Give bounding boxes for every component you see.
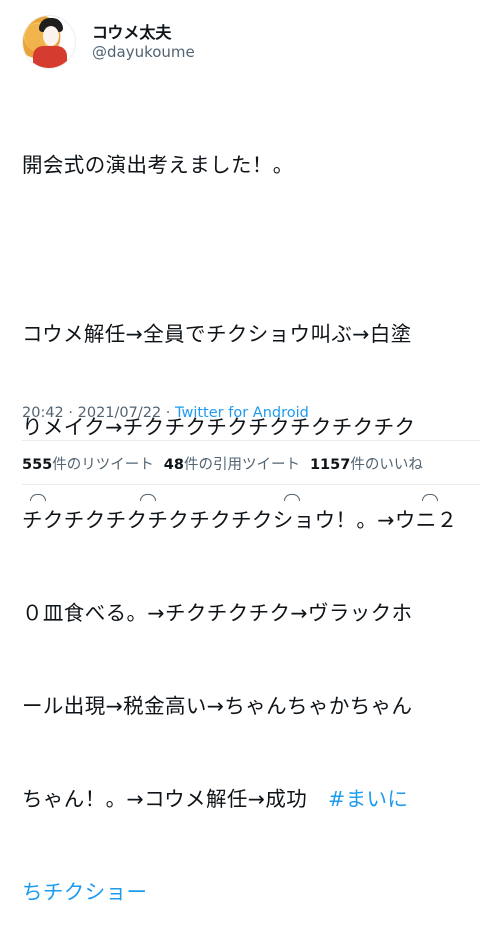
tweet-line: ちゃん！。→コウメ解任→成功 #まいに — [22, 784, 470, 815]
tweet-line-text: ちゃん！。→コウメ解任→成功 — [22, 787, 329, 811]
kimono-shape — [33, 46, 67, 68]
action-bar — [22, 494, 462, 501]
divider — [22, 440, 480, 441]
divider — [22, 484, 480, 485]
likes-stat[interactable]: 1157件のいいね — [310, 453, 423, 474]
retweets-label: 件のリツイート — [52, 457, 154, 473]
user-names: コウメ太夫 @dayukoume — [92, 23, 195, 62]
tweet-line: ール出現→税金高い→ちゃんちゃかちゃん — [22, 694, 413, 718]
tweet-time[interactable]: 20:42 — [22, 405, 64, 421]
retweets-count: 555 — [22, 457, 53, 473]
hashtag-link[interactable]: #まいに — [328, 787, 408, 811]
tweet-line: 開会式の演出考えました！。 — [22, 153, 294, 177]
meta-separator: · — [63, 405, 78, 421]
tweet-source[interactable]: Twitter for Android — [175, 405, 309, 421]
display-name[interactable]: コウメ太夫 — [92, 23, 195, 43]
likes-count: 1157 — [309, 457, 351, 473]
quotes-count: 48 — [163, 457, 184, 473]
quotes-label: 件の引用ツイート — [183, 457, 300, 473]
quotes-stat[interactable]: 48件の引用ツイート — [164, 453, 300, 474]
tweet-line: チクチクチクチクチクチクショウ！。→ウニ２ — [22, 508, 458, 532]
retweets-stat[interactable]: 555件のリツイート — [22, 453, 154, 474]
tweet-stats: 555件のリツイート 48件の引用ツイート 1157件のいいね — [22, 453, 423, 474]
tweet-date[interactable]: 2021/07/22 — [78, 405, 162, 421]
hashtag-link-continued[interactable]: ちチクショー — [22, 877, 470, 908]
tweet-text: 開会式の演出考えました！。 コウメ解任→全員でチクショウ叫ぶ→白塗 りメイク→チ… — [22, 88, 470, 939]
tweet-line: ０皿食べる。→チクチクチク→ヴラックホ — [22, 601, 413, 625]
face-shape — [43, 26, 59, 46]
tweet-line: コウメ解任→全員でチクショウ叫ぶ→白塗 — [22, 322, 412, 346]
meta-separator: · — [161, 405, 176, 421]
likes-label: 件のいいね — [350, 457, 423, 473]
avatar[interactable] — [22, 15, 76, 69]
tweet-header: コウメ太夫 @dayukoume — [22, 14, 195, 70]
user-handle[interactable]: @dayukoume — [92, 43, 195, 62]
tweet-meta: 20:42 · 2021/07/22 · Twitter for Android — [22, 405, 309, 421]
